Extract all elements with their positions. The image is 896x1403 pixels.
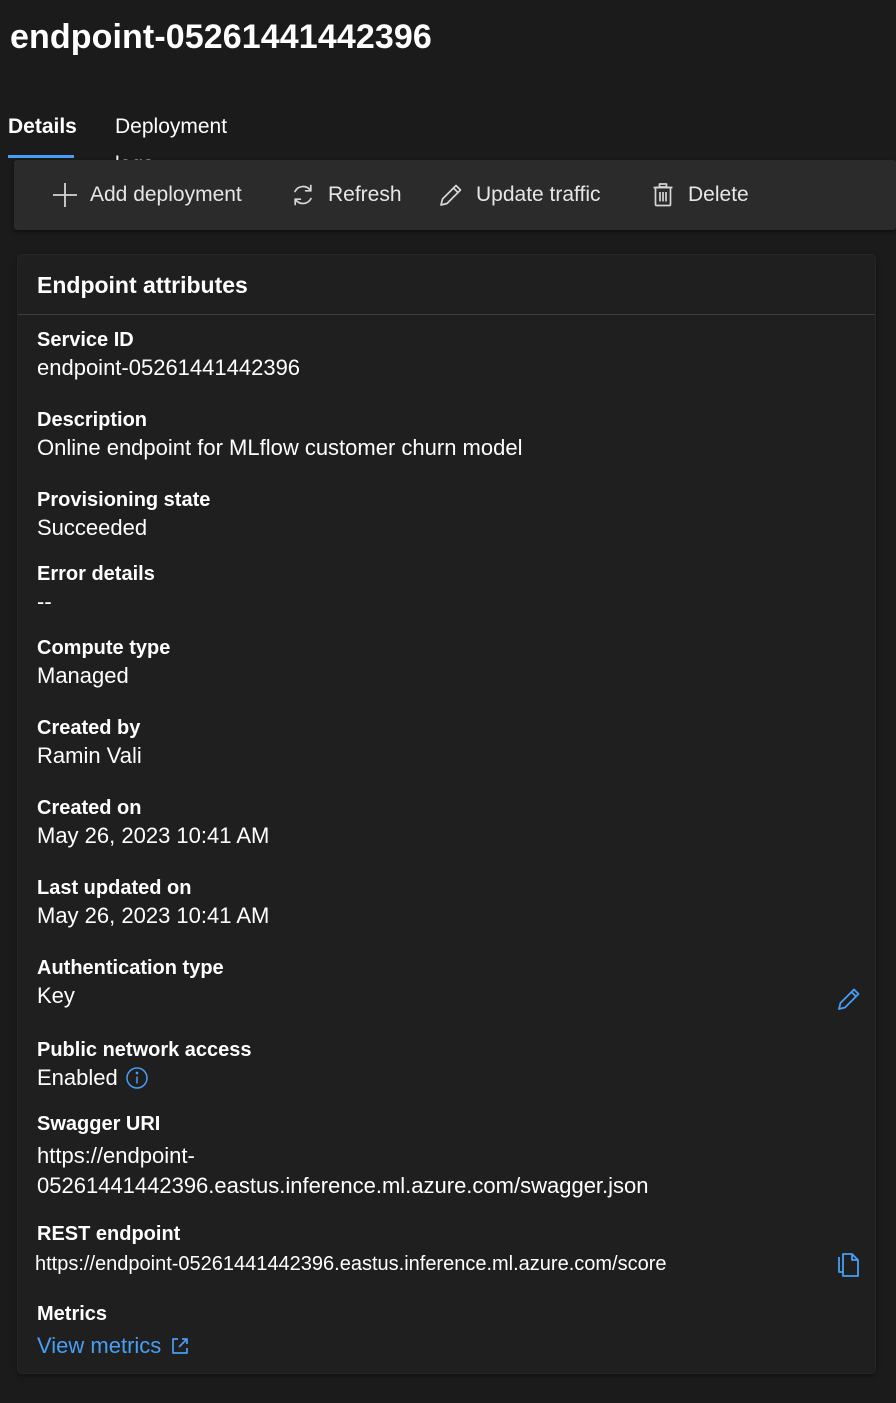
tab-details-label: Details (8, 115, 77, 138)
last-updated-on-value: May 26, 2023 10:41 AM (37, 903, 270, 928)
field-rest-endpoint: REST endpoint https://endpoint-052614414… (35, 1221, 855, 1279)
add-icon (53, 183, 77, 207)
card-header: Endpoint attributes (37, 272, 248, 298)
edit-icon (838, 988, 860, 1010)
edit-authentication-button[interactable] (836, 986, 862, 1017)
card-divider (18, 314, 875, 315)
add-deployment-label: Add deployment (90, 183, 242, 206)
tab-deployment-logs[interactable]: Deployment logs (115, 108, 227, 176)
info-icon (126, 1067, 148, 1089)
external-link-icon (172, 1338, 189, 1354)
public-network-access-row: Enabled (37, 1063, 857, 1093)
pencil-icon (440, 184, 462, 206)
field-service-id: Service ID endpoint-05261441442396 (37, 327, 857, 383)
tab-details[interactable]: Details (8, 108, 77, 158)
info-button[interactable] (125, 1066, 149, 1090)
service-id-label: Service ID (37, 329, 134, 351)
endpoint-attributes-card: Endpoint attributes Service ID endpoint-… (18, 255, 875, 1373)
rest-endpoint-value: https://endpoint-05261441442396.eastus.i… (35, 1253, 667, 1275)
field-description: Description Online endpoint for MLflow c… (37, 407, 857, 463)
field-error-details: Error details -- (37, 561, 857, 617)
last-updated-on-label: Last updated on (37, 877, 192, 899)
refresh-icon (294, 184, 312, 206)
created-on-label: Created on (37, 797, 142, 819)
delete-button[interactable]: Delete (650, 160, 749, 230)
authentication-type-label: Authentication type (37, 957, 224, 979)
error-details-value: -- (37, 589, 52, 614)
error-details-label: Error details (37, 563, 155, 585)
command-toolbar: Add deployment Refresh Update traffic De… (14, 160, 896, 230)
trash-icon (653, 183, 673, 207)
update-traffic-button[interactable]: Update traffic (438, 160, 601, 230)
rest-endpoint-label: REST endpoint (37, 1223, 181, 1245)
created-by-value: Ramin Vali (37, 743, 142, 768)
provisioning-state-value: Succeeded (37, 515, 148, 540)
field-compute-type: Compute type Managed (37, 635, 857, 691)
swagger-uri-value-line1: https://endpoint- (37, 1143, 195, 1168)
field-public-network-access: Public network access Enabled (37, 1037, 857, 1093)
field-last-updated-on: Last updated on May 26, 2023 10:41 AM (37, 875, 857, 931)
copy-icon (838, 1253, 859, 1277)
description-label: Description (37, 409, 148, 431)
created-by-label: Created by (37, 717, 141, 739)
swagger-uri-label: Swagger URI (37, 1113, 161, 1135)
public-network-access-label: Public network access (37, 1039, 252, 1061)
add-deployment-button[interactable]: Add deployment (52, 160, 242, 230)
compute-type-value: Managed (37, 663, 129, 688)
refresh-label: Refresh (328, 183, 402, 206)
metrics-label: Metrics (37, 1303, 108, 1325)
field-provisioning-state: Provisioning state Succeeded (37, 487, 857, 543)
field-created-on: Created on May 26, 2023 10:41 AM (37, 795, 857, 851)
page-title: endpoint-05261441442396 (10, 18, 432, 56)
field-metrics: Metrics View metrics (37, 1301, 857, 1359)
provisioning-state-label: Provisioning state (37, 489, 211, 511)
copy-rest-endpoint-button[interactable] (836, 1252, 862, 1283)
view-metrics-text: View metrics (37, 1333, 162, 1358)
service-id-value: endpoint-05261441442396 (37, 355, 301, 380)
created-on-value: May 26, 2023 10:41 AM (37, 823, 270, 848)
field-created-by: Created by Ramin Vali (37, 715, 857, 771)
active-tab-indicator (8, 155, 74, 158)
public-network-access-value: Enabled (37, 1065, 118, 1090)
update-traffic-label: Update traffic (476, 183, 601, 206)
field-authentication-type: Authentication type Key (37, 955, 857, 1011)
refresh-button[interactable]: Refresh (290, 160, 402, 230)
swagger-uri-value-line2: 05261441442396.eastus.inference.ml.azure… (37, 1173, 649, 1198)
compute-type-label: Compute type (37, 637, 171, 659)
delete-label: Delete (688, 183, 749, 206)
view-metrics-link[interactable]: View metrics (37, 1333, 857, 1359)
field-swagger-uri: Swagger URI https://endpoint- 0526144144… (37, 1111, 857, 1201)
authentication-type-value: Key (37, 983, 75, 1008)
description-value: Online endpoint for MLflow customer chur… (37, 435, 523, 460)
